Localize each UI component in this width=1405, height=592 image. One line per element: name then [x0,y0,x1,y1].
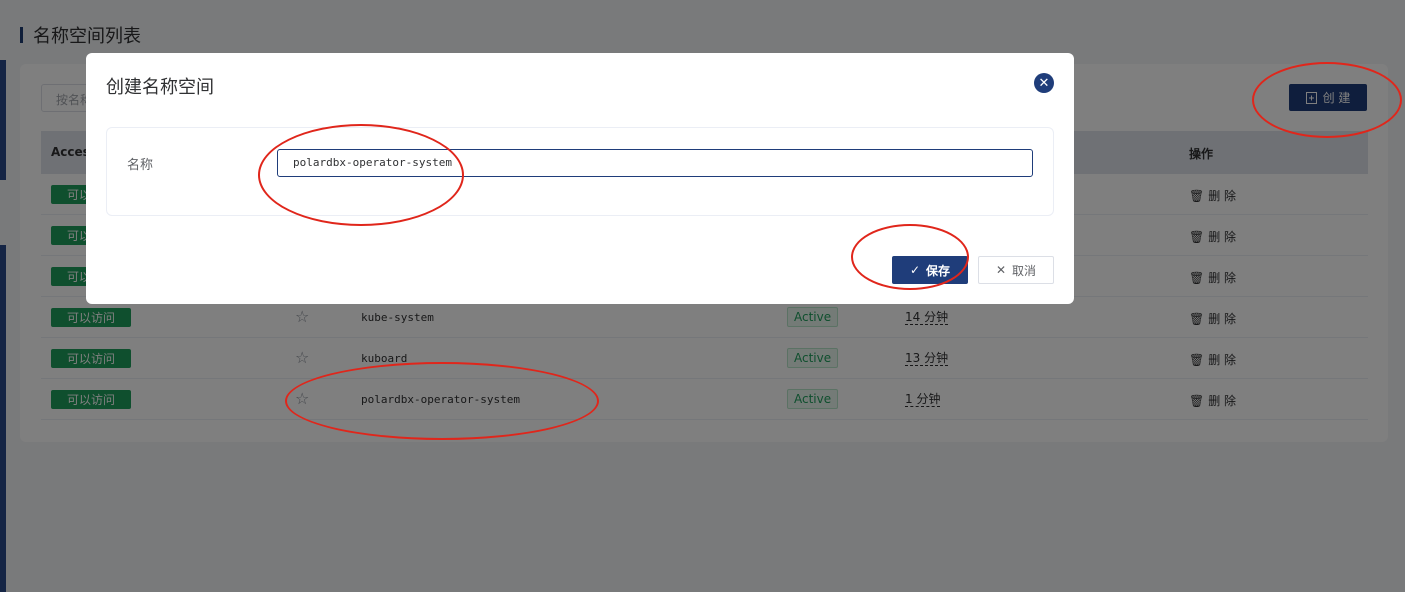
annotation-ellipse-create [1252,62,1402,138]
cancel-label: 取消 [1012,263,1037,278]
close-icon[interactable]: ✕ [1034,73,1054,93]
dialog-title: 创建名称空间 [106,77,214,98]
name-label: 名称 [127,158,154,173]
annotation-ellipse-row [285,362,599,440]
close-small-icon: ✕ [995,263,1007,277]
annotation-ellipse-save [851,224,969,290]
cancel-button[interactable]: ✕ 取消 [978,256,1054,284]
form-section: 名称 polardbx-operator-system [106,127,1054,216]
annotation-ellipse-name [258,124,464,226]
